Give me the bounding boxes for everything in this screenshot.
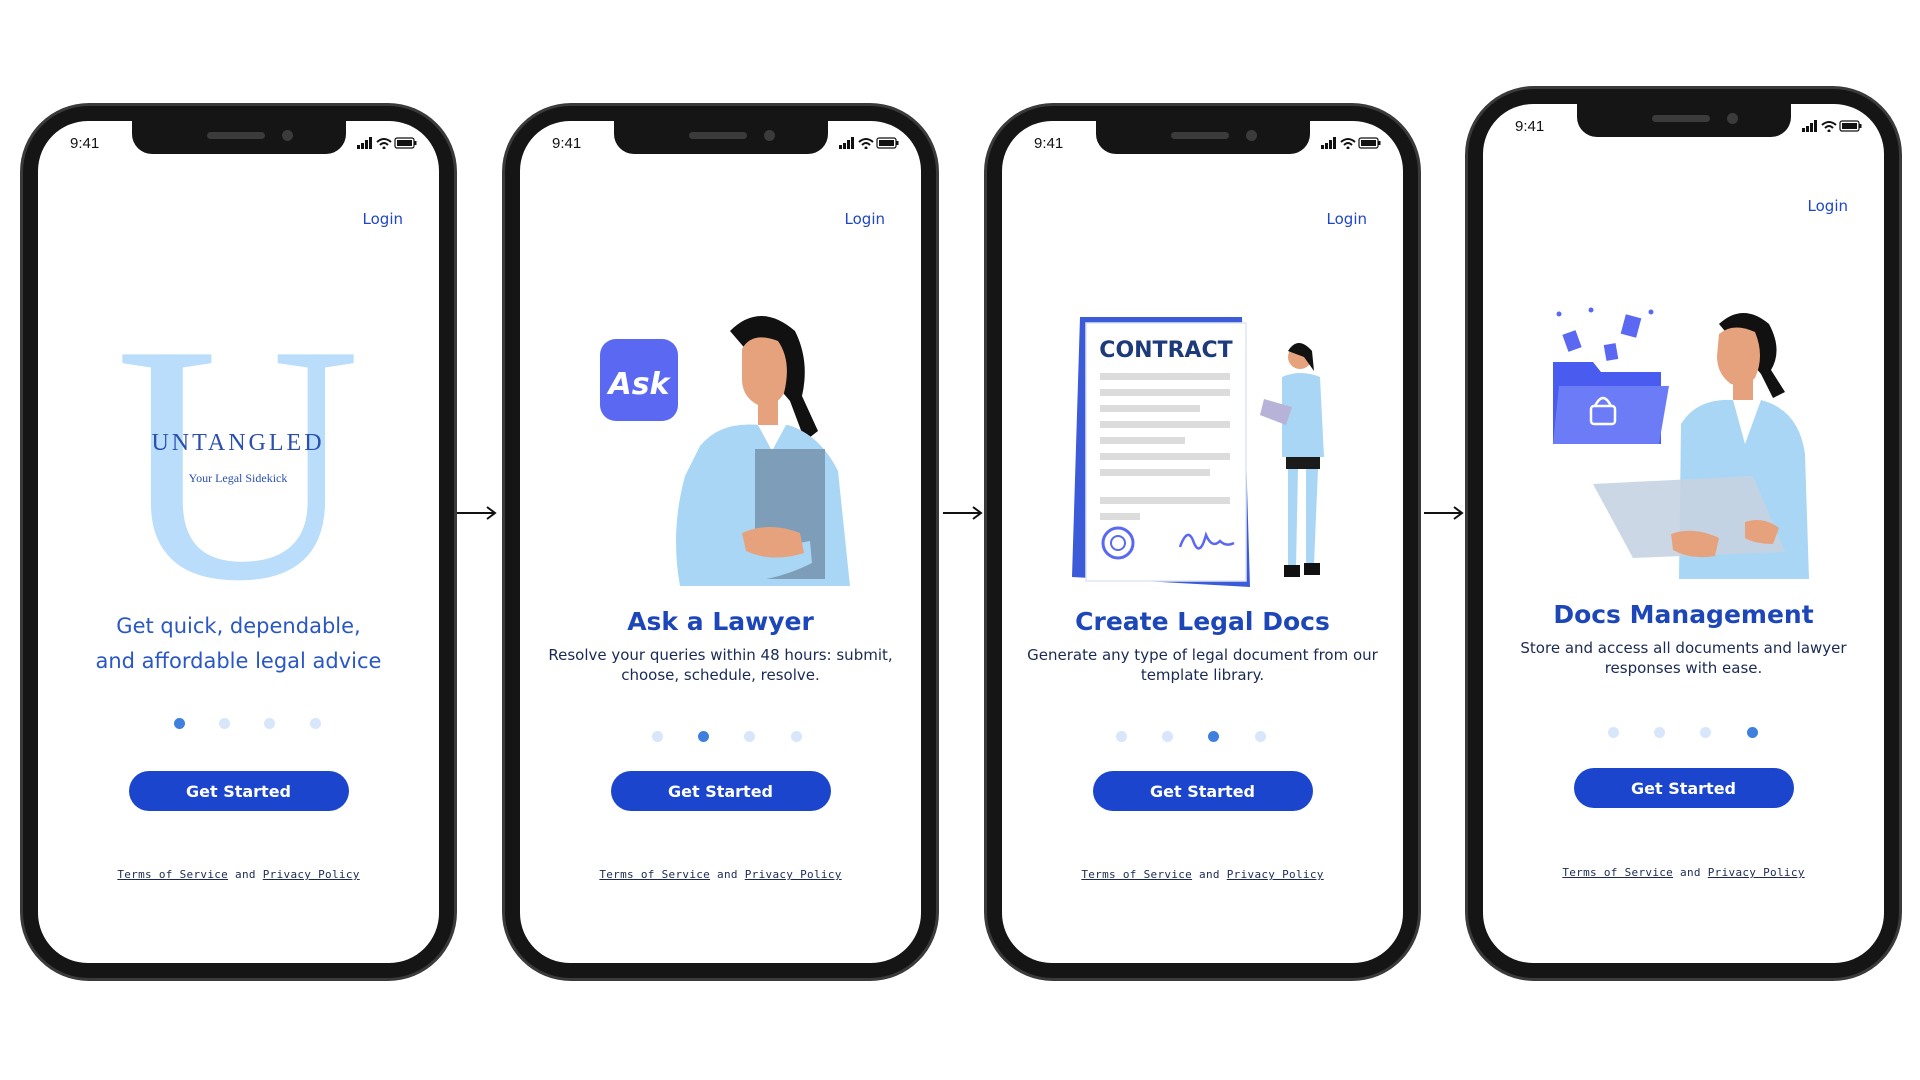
notch (1576, 104, 1791, 137)
signal-icon (839, 137, 854, 149)
wifi-icon (858, 138, 874, 149)
notch (613, 121, 828, 154)
page-dot-4[interactable] (1747, 727, 1758, 738)
page-dot-3[interactable] (264, 718, 275, 729)
untangled-logo: U UNTANGLED Your Legal Sidekick (115, 325, 361, 595)
screen-subtitle: Store and access all documents and lawye… (1520, 639, 1847, 677)
status-time: 9:41 (1034, 135, 1064, 152)
wifi-icon (376, 138, 392, 149)
notch (131, 121, 346, 154)
status-time: 9:41 (70, 135, 100, 152)
login-link[interactable]: Login (363, 210, 403, 228)
status-icons (839, 137, 899, 149)
page-dot-1[interactable] (652, 731, 663, 742)
privacy-policy-link[interactable]: Privacy Policy (745, 868, 842, 881)
page-dot-4[interactable] (310, 718, 321, 729)
login-link[interactable]: Login (1808, 197, 1848, 215)
get-started-button[interactable]: Get Started (610, 771, 831, 811)
get-started-button[interactable]: Get Started (1092, 771, 1313, 811)
page-dot-4[interactable] (791, 731, 802, 742)
legal-links: Terms of Service and Privacy Policy (1002, 868, 1403, 881)
status-icons (1802, 120, 1862, 132)
notch (1095, 121, 1310, 154)
battery-icon (1839, 120, 1862, 132)
terms-of-service-link[interactable]: Terms of Service (1562, 866, 1673, 879)
page-dot-1[interactable] (1608, 727, 1619, 738)
onboarding-screen-2: 9:41 Login Ask Ask a Lawyer Resolve your… (520, 121, 921, 963)
battery-icon (1358, 137, 1381, 149)
screen-title: Create Legal Docs (1075, 607, 1330, 636)
status-time: 9:41 (552, 135, 582, 152)
page-dot-3[interactable] (1700, 727, 1711, 738)
logo-wordmark: UNTANGLED (151, 430, 324, 456)
privacy-policy-link[interactable]: Privacy Policy (1227, 868, 1324, 881)
contract-document-illustration: CONTRACT (1072, 317, 1324, 587)
logo-tagline: Your Legal Sidekick (189, 471, 288, 485)
legal-links: Terms of Service and Privacy Policy (38, 868, 439, 881)
headline: Get quick, dependable, and affordable le… (95, 614, 382, 673)
page-indicator (1483, 727, 1884, 739)
woman-holding-folder-illustration: Ask (600, 316, 850, 586)
page-indicator (1002, 731, 1403, 743)
signal-icon (357, 137, 372, 149)
privacy-policy-link[interactable]: Privacy Policy (263, 868, 360, 881)
login-link[interactable]: Login (845, 210, 885, 228)
page-indicator (520, 731, 921, 743)
page-dot-2[interactable] (698, 731, 709, 742)
page-dot-2[interactable] (219, 718, 230, 729)
page-indicator (38, 718, 439, 730)
phone-screen-4: 9:41 Login Docs Management Store and acc… (1468, 89, 1899, 978)
screen-subtitle: Resolve your queries within 48 hours: su… (548, 646, 893, 684)
logo-letter: U (115, 325, 361, 595)
folder-and-tablet-illustration (1553, 307, 1809, 579)
terms-of-service-link[interactable]: Terms of Service (599, 868, 710, 881)
phone-screen-3: 9:41 Login CONTRACT Create Legal Docs Ge… (987, 106, 1418, 978)
arrow-right-icon (1424, 506, 1464, 520)
arrow-right-icon (943, 506, 983, 520)
get-started-button[interactable]: Get Started (1573, 768, 1794, 808)
screen-title: Docs Management (1553, 600, 1814, 629)
status-icons (357, 137, 417, 149)
legal-and: and (1680, 866, 1701, 879)
page-dot-1[interactable] (174, 718, 185, 729)
phone-screen-1: 9:41 Login U UNTANGLED Your Legal Sideki… (23, 106, 454, 978)
wifi-icon (1340, 138, 1356, 149)
terms-of-service-link[interactable]: Terms of Service (1081, 868, 1192, 881)
signal-icon (1321, 137, 1336, 149)
onboarding-screen-1: 9:41 Login U UNTANGLED Your Legal Sideki… (38, 121, 439, 963)
status-icons (1321, 137, 1381, 149)
page-dot-3[interactable] (1208, 731, 1219, 742)
legal-links: Terms of Service and Privacy Policy (520, 868, 921, 881)
onboarding-screen-4: 9:41 Login Docs Management Store and acc… (1483, 104, 1884, 963)
wifi-icon (1821, 121, 1837, 132)
arrow-right-icon (457, 506, 497, 520)
terms-of-service-link[interactable]: Terms of Service (117, 868, 228, 881)
legal-and: and (1199, 868, 1220, 881)
get-started-button[interactable]: Get Started (128, 771, 349, 811)
page-dot-3[interactable] (744, 731, 755, 742)
status-time: 9:41 (1515, 118, 1545, 135)
phone-screen-2: 9:41 Login Ask Ask a Lawyer Resolve your… (505, 106, 936, 978)
login-link[interactable]: Login (1327, 210, 1367, 228)
onboarding-screen-3: 9:41 Login CONTRACT Create Legal Docs Ge… (1002, 121, 1403, 963)
page-dot-2[interactable] (1162, 731, 1173, 742)
page-dot-2[interactable] (1654, 727, 1665, 738)
ask-badge-label: Ask (606, 367, 671, 402)
legal-links: Terms of Service and Privacy Policy (1483, 866, 1884, 879)
battery-icon (394, 137, 417, 149)
screen-title: Ask a Lawyer (627, 607, 814, 636)
legal-and: and (717, 868, 738, 881)
legal-and: and (235, 868, 256, 881)
screen-subtitle: Generate any type of legal document from… (1027, 646, 1378, 684)
privacy-policy-link[interactable]: Privacy Policy (1708, 866, 1805, 879)
battery-icon (876, 137, 899, 149)
contract-heading: CONTRACT (1099, 338, 1232, 363)
signal-icon (1802, 120, 1817, 132)
page-dot-1[interactable] (1116, 731, 1127, 742)
page-dot-4[interactable] (1255, 731, 1266, 742)
